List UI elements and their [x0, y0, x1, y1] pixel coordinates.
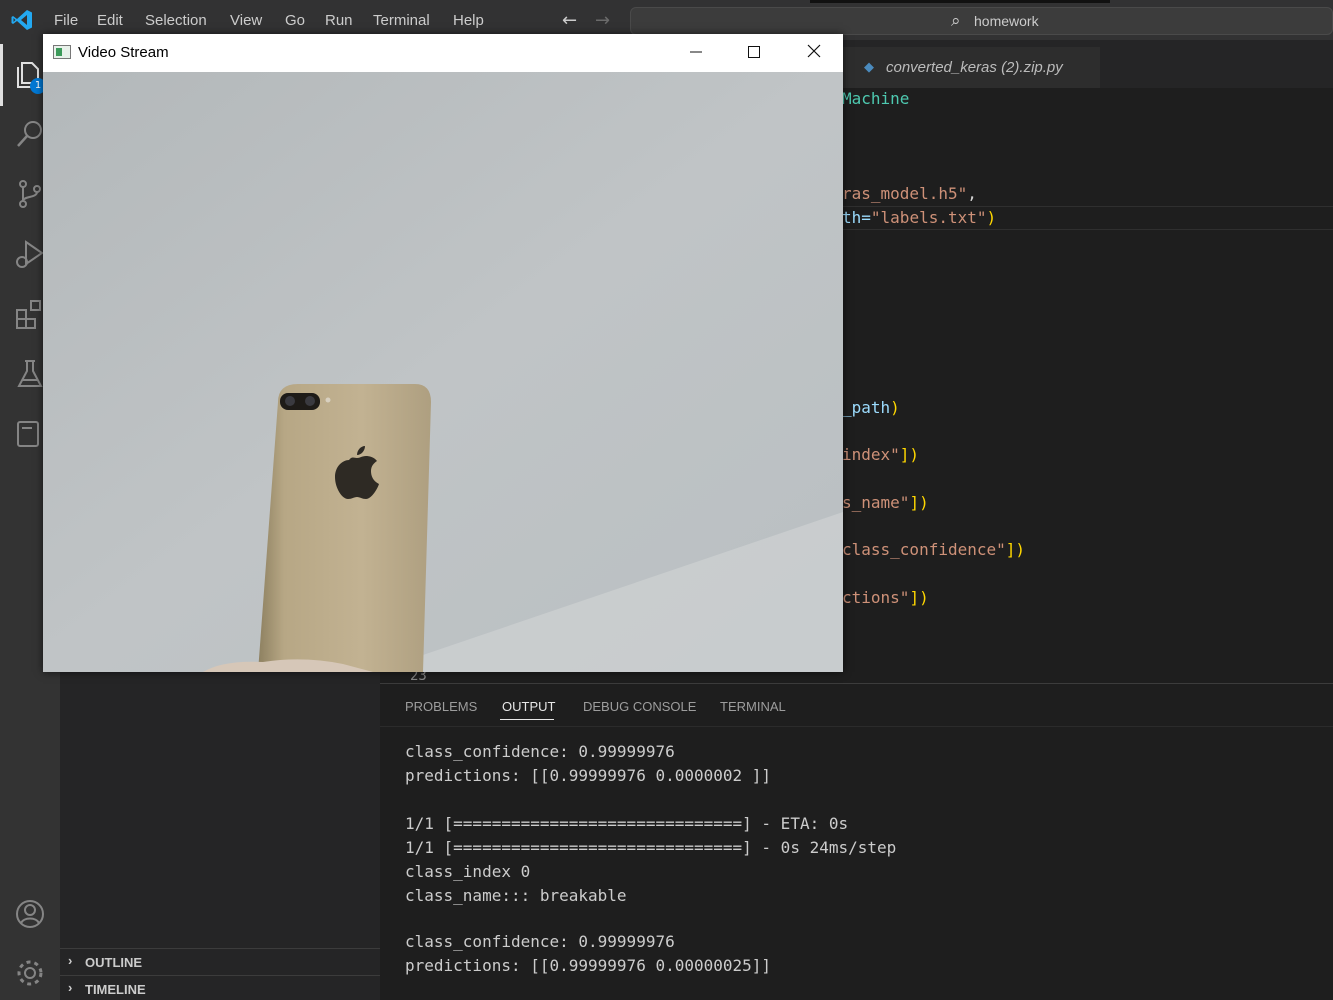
search-icon: ⌕ [951, 11, 961, 31]
output-line: predictions: [[0.99999976 0.0000002 ]] [405, 766, 772, 785]
camera-frame [43, 72, 843, 672]
run-debug-icon[interactable] [14, 238, 46, 270]
timeline-section-header[interactable]: › TIMELINE [60, 975, 380, 1000]
output-line: class_index 0 [405, 862, 531, 881]
menu-go[interactable]: Go [285, 12, 305, 29]
code-line: class_confidence"]) [842, 540, 1026, 559]
output-line: predictions: [[0.99999976 0.00000025]] [405, 956, 772, 975]
code-line: th="labels.txt") [842, 208, 997, 227]
menu-view[interactable]: View [230, 12, 262, 29]
forward-arrow-icon[interactable]: → [595, 10, 610, 31]
minimize-button[interactable] [667, 34, 725, 72]
accounts-icon[interactable] [14, 898, 46, 930]
window-app-icon [53, 45, 71, 59]
camera-frame-image [43, 72, 843, 672]
menu-edit[interactable]: Edit [97, 12, 123, 29]
output-line: 1/1 [==============================] - 0… [405, 838, 897, 857]
output-line: class_confidence: 0.99999976 [405, 932, 675, 951]
output-line: class_confidence: 0.99999976 [405, 742, 675, 761]
command-center-search[interactable]: ⌕ homework [630, 7, 1333, 35]
bottom-panel: PROBLEMS OUTPUT DEBUG CONSOLE TERMINAL c… [380, 683, 1333, 1000]
python-file-icon: ◆ [864, 60, 874, 75]
tab-label: converted_keras (2).zip.py [886, 59, 1063, 76]
search-icon[interactable] [14, 118, 46, 150]
output-line: class_name::: breakable [405, 886, 627, 905]
timeline-label: TIMELINE [85, 982, 146, 997]
minimize-icon [690, 51, 702, 53]
window-title: Video Stream [78, 44, 169, 61]
chevron-right-icon: › [68, 980, 73, 995]
code-line: Machine [842, 89, 910, 108]
menu-terminal[interactable]: Terminal [373, 12, 430, 29]
video-stream-window[interactable]: Video Stream [43, 34, 843, 672]
panel-divider [380, 726, 1333, 727]
code-line: index"]) [842, 445, 920, 464]
menu-file[interactable]: File [54, 12, 78, 29]
tab-converted-keras[interactable]: ◆ converted_keras (2).zip.py [842, 47, 1100, 88]
close-button[interactable] [785, 34, 843, 72]
settings-gear-icon[interactable] [14, 957, 46, 989]
menu-selection[interactable]: Selection [145, 12, 207, 29]
outline-label: OUTLINE [85, 955, 143, 970]
active-tab-underline [500, 719, 554, 720]
extensions-icon[interactable] [14, 298, 46, 330]
code-line: _path) [842, 398, 900, 417]
chevron-right-icon: › [68, 953, 73, 968]
code-line: ctions"]) [842, 588, 929, 607]
menu-help[interactable]: Help [453, 12, 484, 29]
title-drag-area [810, 0, 1110, 3]
maximize-icon [748, 46, 760, 58]
close-icon [807, 44, 821, 58]
tab-output[interactable]: OUTPUT [502, 699, 555, 714]
vscode-logo-icon [11, 10, 32, 30]
outline-section-header[interactable]: › OUTLINE [60, 948, 380, 974]
search-text: homework [974, 13, 1039, 29]
back-arrow-icon[interactable]: ← [562, 10, 577, 31]
tab-problems[interactable]: PROBLEMS [405, 699, 477, 714]
menu-run[interactable]: Run [325, 12, 353, 29]
source-control-icon[interactable] [14, 178, 46, 210]
code-line: ras_model.h5", [842, 184, 977, 203]
notebook-icon[interactable] [14, 418, 46, 450]
tab-terminal[interactable]: TERMINAL [720, 699, 786, 714]
active-indicator [0, 44, 3, 106]
maximize-button[interactable] [725, 34, 783, 72]
code-line: s_name"]) [842, 493, 929, 512]
testing-flask-icon[interactable] [14, 358, 46, 390]
output-line: 1/1 [==============================] - E… [405, 814, 849, 833]
tab-debug-console[interactable]: DEBUG CONSOLE [583, 699, 696, 714]
